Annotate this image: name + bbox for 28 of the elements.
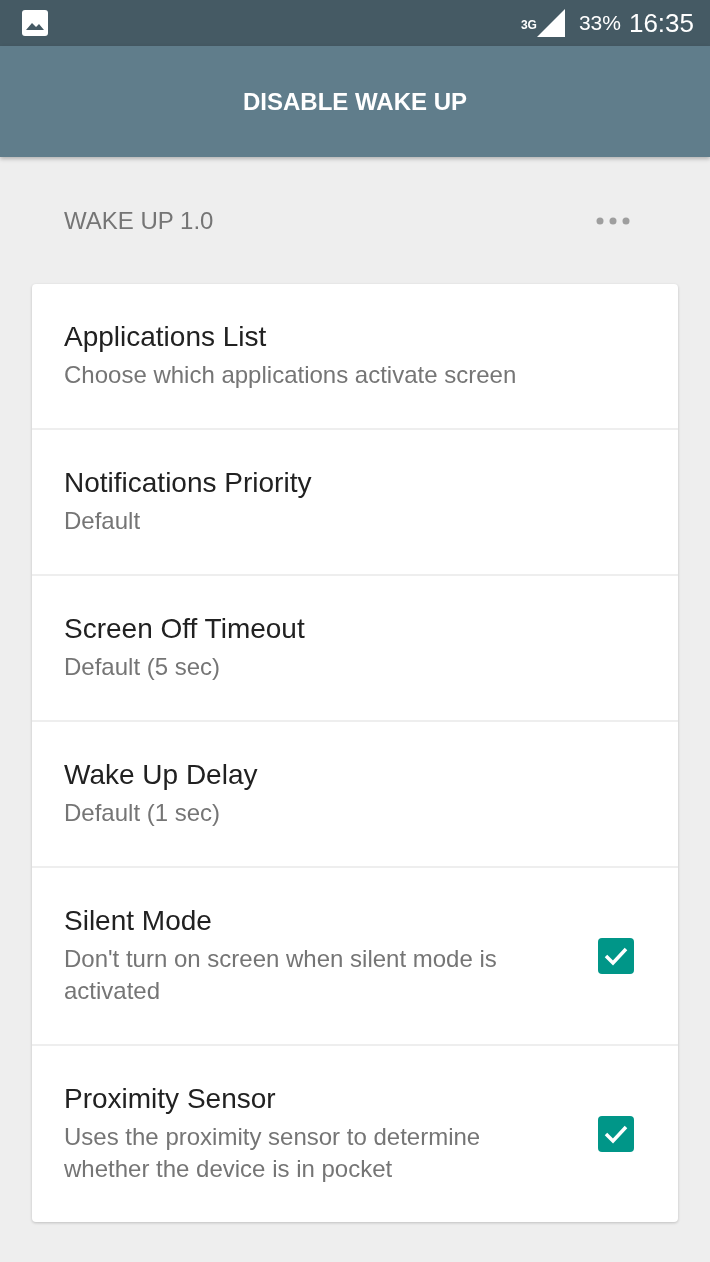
checkbox[interactable] — [598, 1116, 634, 1152]
setting-title: Silent Mode — [64, 905, 213, 937]
setting-item[interactable]: Screen Off Timeout Default (5 sec) — [32, 576, 678, 722]
setting-item[interactable]: Wake Up Delay Default (1 sec) — [32, 722, 678, 868]
setting-item[interactable]: Proximity Sensor Uses the proximity sensor to determine whether the device is in pocket — [32, 1046, 678, 1222]
setting-summary: Default — [64, 506, 142, 536]
setting-title: Screen Off Timeout — [64, 613, 306, 645]
setting-summary: Don't turn on screen when silent mode is activated — [64, 944, 498, 1006]
network-type: 3G — [520, 17, 537, 32]
clock: 16:35 — [628, 7, 694, 39]
setting-summary: Choose which applications activate screen — [64, 360, 518, 390]
app-title: DISABLE WAKE UP — [243, 87, 467, 116]
section-title: WAKE UP 1.0 — [64, 206, 214, 235]
setting-item[interactable]: Notifications Priority Default — [32, 430, 678, 576]
battery-percent: 33% — [578, 11, 621, 35]
setting-title: Applications List — [64, 321, 268, 353]
setting-summary: Uses the proximity sensor to determine whether the device is in pocket — [64, 1122, 482, 1184]
image-icon — [22, 10, 48, 36]
more-icon[interactable] — [596, 216, 630, 225]
setting-title: Wake Up Delay — [64, 759, 259, 791]
setting-item[interactable]: Silent Mode Don't turn on screen when silent mode is activated — [32, 868, 678, 1046]
setting-title: Notifications Priority — [64, 467, 313, 499]
setting-summary: Default (1 sec) — [64, 798, 222, 828]
setting-item[interactable]: Applications List Choose which applications activate screen — [32, 284, 678, 430]
setting-title: Proximity Sensor — [64, 1083, 277, 1115]
signal-icon — [536, 9, 565, 37]
setting-summary: Default (5 sec) — [64, 652, 222, 682]
checkbox[interactable] — [598, 938, 634, 974]
